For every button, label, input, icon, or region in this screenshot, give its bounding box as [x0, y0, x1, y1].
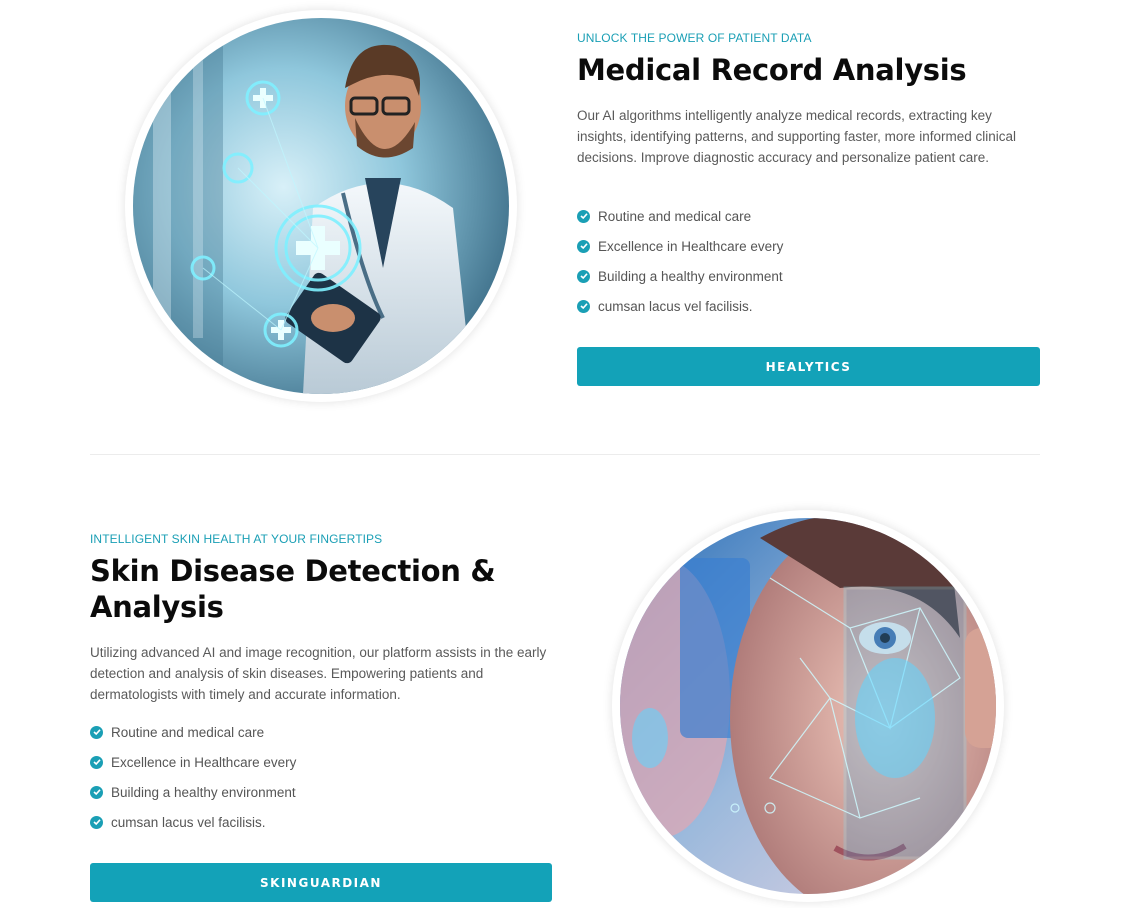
feature-item: Excellence in Healthcare every [577, 231, 783, 261]
feature-text: Routine and medical care [598, 208, 752, 224]
feature-text: Routine and medical care [111, 724, 265, 740]
feature-item: Excellence in Healthcare every [90, 747, 296, 777]
section2-feature-list: Routine and medical care Excellence in H… [90, 717, 296, 837]
feature-item: cumsan lacus vel facilisis. [577, 291, 783, 321]
healytics-button[interactable]: HEALYTICS [577, 347, 1040, 386]
feature-text: Building a healthy environment [111, 784, 296, 800]
check-circle-icon [90, 815, 103, 829]
feature-text: Excellence in Healthcare every [111, 754, 297, 770]
check-circle-icon [90, 755, 103, 769]
section2-title: Skin Disease Detection & Analysis [90, 553, 570, 625]
feature-text: Building a healthy environment [598, 268, 783, 284]
section-divider [90, 454, 1040, 455]
feature-text: cumsan lacus vel facilisis. [598, 298, 753, 314]
section2-eyebrow: INTELLIGENT SKIN HEALTH AT YOUR FINGERTI… [90, 532, 383, 546]
feature-item: Building a healthy environment [90, 777, 296, 807]
medical-record-image [125, 10, 517, 402]
feature-item: Building a healthy environment [577, 261, 783, 291]
check-circle-icon [90, 785, 103, 799]
check-circle-icon [577, 299, 590, 313]
section2-title-line2: Analysis [90, 590, 224, 624]
feature-text: Excellence in Healthcare every [598, 238, 784, 254]
section2-title-line1: Skin Disease Detection & [90, 554, 496, 588]
check-circle-icon [90, 725, 103, 739]
section1-eyebrow: UNLOCK THE POWER OF PATIENT DATA [577, 31, 812, 45]
feature-item: Routine and medical care [577, 201, 783, 231]
section2-description: Utilizing advanced AI and image recognit… [90, 645, 547, 702]
feature-item: cumsan lacus vel facilisis. [90, 807, 296, 837]
section1-feature-list: Routine and medical care Excellence in H… [577, 201, 783, 321]
check-circle-icon [577, 209, 590, 223]
feature-text: cumsan lacus vel facilisis. [111, 814, 266, 830]
skin-detection-image [612, 510, 1004, 902]
section1-title: Medical Record Analysis [577, 53, 967, 87]
skinguardian-button[interactable]: SKINGUARDIAN [90, 863, 552, 902]
check-circle-icon [577, 269, 590, 283]
check-circle-icon [577, 239, 590, 253]
section1-description: Our AI algorithms intelligently analyze … [577, 108, 1016, 165]
feature-item: Routine and medical care [90, 717, 296, 747]
